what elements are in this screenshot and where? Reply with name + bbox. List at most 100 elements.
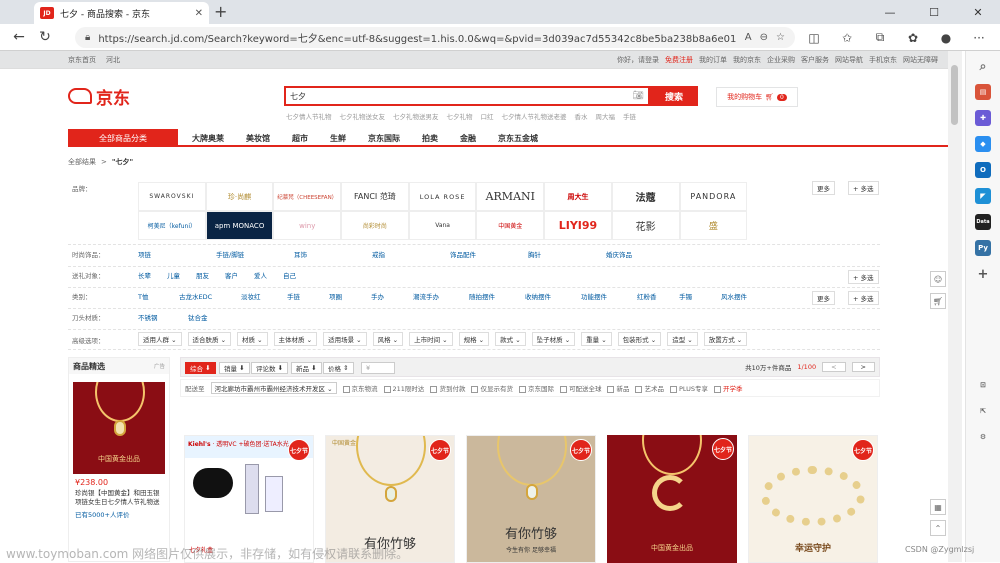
multi-select-button[interactable]: + 多选 bbox=[848, 270, 879, 284]
filter-value[interactable]: 自己 bbox=[283, 270, 296, 280]
filter-value[interactable]: 耳饰 bbox=[294, 249, 372, 259]
recommend-desc[interactable]: 珍尚银【中国黄金】和田玉银项链女生日七夕情人节礼物送 bbox=[75, 489, 163, 507]
nav-item[interactable]: 京东国际 bbox=[368, 133, 400, 144]
advanced-dropdown[interactable]: 上市时间 ⌄ bbox=[409, 332, 453, 346]
hotword[interactable]: 七夕礼物送女友 bbox=[340, 111, 386, 121]
filter-value[interactable]: 手链 bbox=[287, 291, 329, 301]
multi-select-button[interactable]: + 多选 bbox=[848, 181, 879, 195]
search-icon[interactable]: ⌕ bbox=[975, 58, 991, 74]
data-icon[interactable]: Data bbox=[975, 214, 991, 230]
deliver-option[interactable]: 货到付款 bbox=[430, 383, 465, 393]
filter-value[interactable]: 婚庆饰品 bbox=[606, 249, 632, 259]
python-icon[interactable]: Py bbox=[975, 240, 991, 256]
search-input[interactable]: 七夕 📷︎ bbox=[284, 86, 650, 106]
home-link[interactable]: 京东首页 bbox=[68, 55, 96, 65]
accessibility-link[interactable]: 网站无障碍 bbox=[903, 55, 938, 65]
product-card[interactable]: 中国黄金出品 七夕节 bbox=[607, 435, 737, 563]
browser-tab[interactable]: JD 七夕 - 商品搜索 - 京东 ✕ bbox=[34, 2, 209, 24]
filter-value[interactable]: 红粉香 bbox=[637, 291, 679, 301]
service-link[interactable]: 客户服务 bbox=[801, 55, 829, 65]
orders-link[interactable]: 我的订单 bbox=[699, 55, 727, 65]
favorites-icon[interactable]: ✩ bbox=[833, 31, 861, 45]
advanced-dropdown[interactable]: 适合肤质 ⌄ bbox=[187, 332, 232, 346]
sort-new[interactable]: 新品 ⬇ bbox=[291, 362, 322, 374]
more-button[interactable]: 更多 bbox=[812, 291, 835, 305]
page-scrollbar[interactable] bbox=[948, 51, 962, 562]
cart-button[interactable]: 我的购物车 🛒︎ 0 bbox=[716, 87, 798, 107]
brand-logo[interactable]: 中国黄金 bbox=[476, 211, 545, 240]
nav-item[interactable]: 生鲜 bbox=[330, 133, 346, 144]
deliver-option[interactable]: 京东国际 bbox=[518, 383, 554, 393]
outlook-icon[interactable]: O bbox=[975, 162, 991, 178]
screenshot-icon[interactable]: ⊡ bbox=[975, 377, 991, 393]
filter-value[interactable]: 潮流手办 bbox=[413, 291, 469, 301]
filter-value[interactable]: 项链 bbox=[138, 249, 216, 259]
brand-logo[interactable]: FANCI 范琦 bbox=[341, 182, 409, 211]
filter-value[interactable]: 随拍摆件 bbox=[469, 291, 525, 301]
deliver-option[interactable]: 仅显示有货 bbox=[471, 383, 513, 393]
url-text[interactable]: https://search.jd.com/Search?keyword=七夕&… bbox=[98, 30, 736, 45]
sitenav-link[interactable]: 网站导航 bbox=[835, 55, 863, 65]
close-window-icon[interactable]: ✕ bbox=[956, 6, 1000, 19]
brand-logo[interactable]: SWAROVSKI bbox=[138, 182, 206, 211]
filter-value[interactable]: 钛合金 bbox=[188, 312, 208, 322]
recommend-comments[interactable]: 已有5000+人评价 bbox=[75, 509, 163, 519]
location-link[interactable]: 河北 bbox=[106, 55, 120, 65]
shopping-icon[interactable]: ▤ bbox=[975, 84, 991, 100]
brand-logo[interactable]: 纪慕梵（CHEESEFAN） bbox=[273, 182, 342, 211]
collections-icon[interactable]: ⧉ bbox=[866, 30, 894, 45]
refresh-icon[interactable]: ↻ bbox=[32, 29, 58, 45]
deliver-option[interactable]: 京东物流 bbox=[342, 383, 378, 393]
brand-logo[interactable]: 盛 bbox=[679, 211, 748, 240]
advanced-dropdown[interactable]: 款式 ⌄ bbox=[495, 332, 526, 346]
filter-value[interactable]: 风水摆件 bbox=[721, 291, 747, 301]
url-bar[interactable]: 🔒︎ https://search.jd.com/Search?keyword=… bbox=[75, 27, 795, 48]
zoom-icon[interactable]: ⊖ bbox=[760, 32, 768, 43]
filter-value[interactable]: 收纳摆件 bbox=[525, 291, 581, 301]
recommend-image[interactable]: 中国黄金出品 bbox=[73, 382, 165, 474]
filter-value[interactable]: 爱人 bbox=[254, 270, 283, 280]
brand-logo[interactable]: 法蔻 bbox=[611, 182, 680, 211]
copilot-icon[interactable]: ◆ bbox=[975, 136, 991, 152]
filter-value[interactable]: T恤 bbox=[138, 291, 179, 301]
read-aloud-icon[interactable]: A bbox=[745, 32, 752, 43]
close-tab-icon[interactable]: ✕ bbox=[195, 8, 203, 19]
filter-value[interactable]: 手链/脚链 bbox=[216, 249, 294, 259]
extensions-icon[interactable]: ✿ bbox=[899, 31, 927, 45]
filter-value[interactable]: 手镯 bbox=[679, 291, 721, 301]
filter-value[interactable]: 胸针 bbox=[528, 249, 606, 259]
filter-value[interactable]: 饰品配件 bbox=[450, 249, 528, 259]
advanced-dropdown[interactable]: 重量 ⌄ bbox=[581, 332, 612, 346]
sort-sales[interactable]: 销量 ⬇ bbox=[219, 362, 250, 374]
mobile-link[interactable]: 手机京东 bbox=[869, 55, 897, 65]
office-icon[interactable]: ◤ bbox=[975, 188, 991, 204]
advanced-dropdown[interactable]: 材质 ⌄ bbox=[237, 332, 268, 346]
advanced-dropdown[interactable]: 适用场景 ⌄ bbox=[323, 332, 367, 346]
sort-price[interactable]: 价格 ⇕ bbox=[323, 362, 354, 374]
hotword[interactable]: 周大福 bbox=[596, 111, 616, 121]
open-external-icon[interactable]: ⇱ bbox=[975, 403, 991, 419]
filter-value[interactable]: 戒指 bbox=[372, 249, 450, 259]
favorite-star-icon[interactable]: ☆ bbox=[776, 32, 785, 43]
brand-logo[interactable]: winy bbox=[273, 211, 342, 240]
product-card[interactable]: Kiehl's · 透明VC +破色团·送TA水光 七夕礼盒 七夕节 bbox=[184, 435, 314, 563]
hotword[interactable]: 香水 bbox=[575, 111, 588, 121]
product-card[interactable]: 幸运守护 七夕节 bbox=[748, 435, 878, 563]
hotword[interactable]: 口红 bbox=[481, 111, 494, 121]
deliver-option[interactable]: 开学季 bbox=[714, 383, 743, 393]
new-tab-icon[interactable]: + bbox=[214, 2, 227, 21]
user-float-icon[interactable]: ☺ bbox=[930, 271, 946, 287]
brand-logo[interactable]: LIYI99 bbox=[544, 211, 612, 240]
settings-icon[interactable]: ⚙ bbox=[975, 429, 991, 445]
hotword[interactable]: 七夕情人节礼物 bbox=[286, 111, 332, 121]
sort-comprehensive[interactable]: 综合 ⬇ bbox=[185, 362, 216, 374]
multi-select-button[interactable]: + 多选 bbox=[848, 291, 879, 305]
all-categories-button[interactable]: 全部商品分类 bbox=[68, 129, 178, 147]
nav-item[interactable]: 超市 bbox=[292, 133, 308, 144]
add-icon[interactable]: + bbox=[975, 266, 991, 282]
brand-logo[interactable]: Vana bbox=[408, 211, 477, 240]
prev-page-button[interactable]: < bbox=[822, 362, 846, 372]
nav-item[interactable]: 大牌奥莱 bbox=[192, 133, 224, 144]
back-to-top-icon[interactable]: ⌃ bbox=[930, 520, 946, 536]
advanced-dropdown[interactable]: 造型 ⌄ bbox=[667, 332, 698, 346]
